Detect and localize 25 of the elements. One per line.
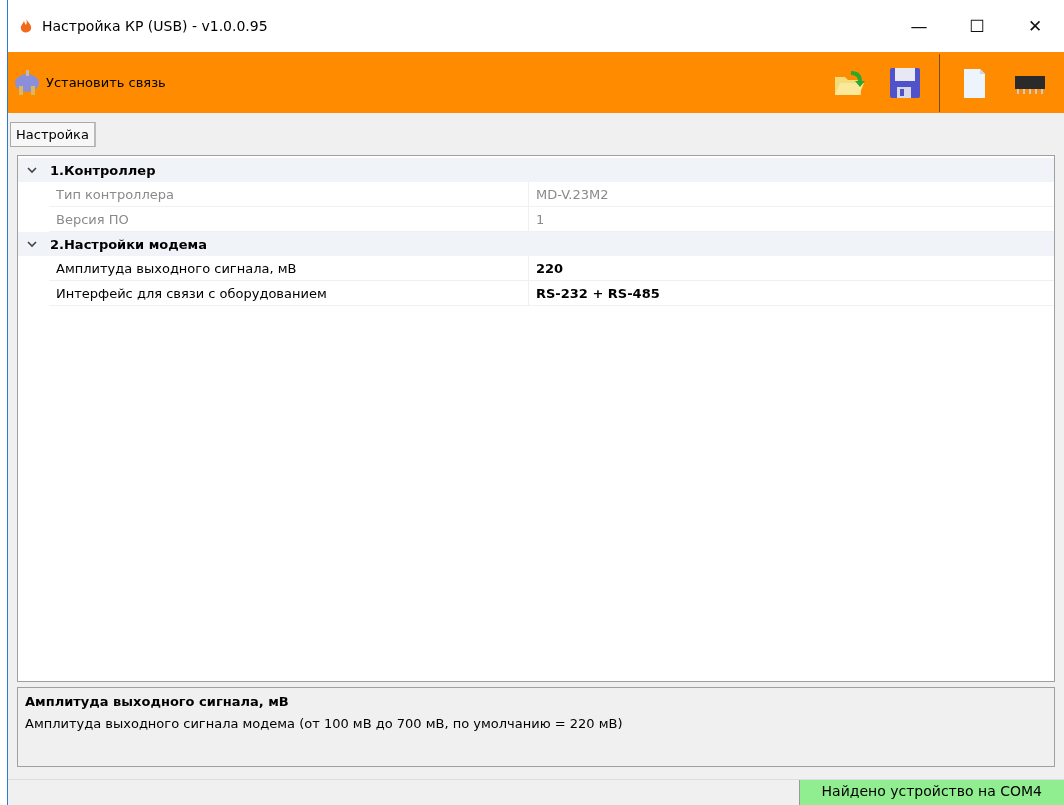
flame-icon xyxy=(20,18,32,34)
status-text: Найдено устройство на COM4 xyxy=(798,780,1064,805)
tab[interactable]: Настройка xyxy=(10,122,96,147)
chevron-icon[interactable] xyxy=(26,164,38,176)
property-name[interactable]: Версия ПО xyxy=(49,207,529,231)
property-name[interactable]: Интерфейс для связи с оборудованием xyxy=(49,281,529,305)
property-name[interactable]: Тип контроллера xyxy=(49,182,529,206)
category-title: 2.Настройки модема xyxy=(50,236,207,252)
property-name[interactable]: Амплитуда выходного сигнала, мВ xyxy=(49,256,529,280)
property-value[interactable]: 1 xyxy=(529,207,929,231)
category-row[interactable]: 2.Настройки модема xyxy=(18,232,1054,256)
description-text: Амплитуда выходного сигнала модема (от 100 мВ до 700 мВ, по умолчанию = 220 мВ) xyxy=(25,716,624,731)
plug-icon xyxy=(12,67,42,98)
description-title: Амплитуда выходного сигнала, мВ xyxy=(25,694,290,709)
property-value[interactable]: RS-232 + RS-485 xyxy=(529,281,929,305)
close-button[interactable]: ✕ xyxy=(1006,0,1064,52)
property-value[interactable]: 220 xyxy=(529,256,929,280)
window-title: Настройка КР (USB) - v1.0.0.95 xyxy=(42,18,269,34)
maximize-button[interactable]: ☐ xyxy=(948,0,1006,52)
connect-button[interactable]: Установить связь xyxy=(12,67,166,98)
chevron-icon[interactable] xyxy=(26,238,38,250)
property-value[interactable]: MD-V.23M2 xyxy=(529,182,929,206)
category-title: 1.Контроллер xyxy=(50,162,156,178)
category-row[interactable]: 1.Контроллер xyxy=(18,158,1054,182)
minimize-button[interactable]: — xyxy=(890,0,948,52)
